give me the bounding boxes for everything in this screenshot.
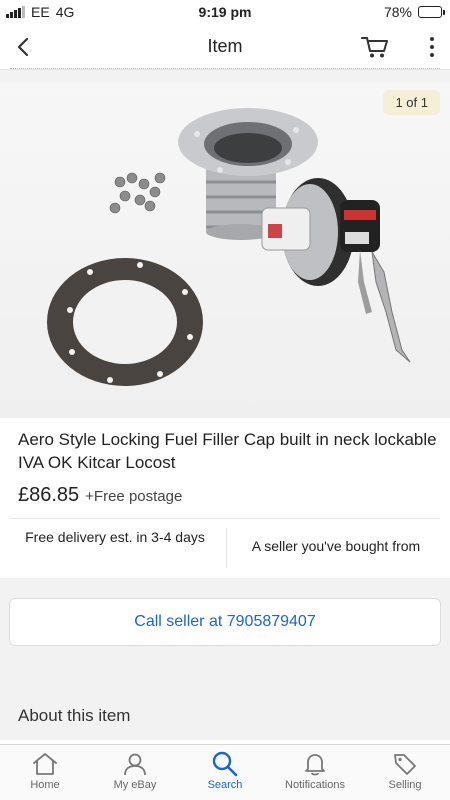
product-image-gallery[interactable]: 1 of 1 — [0, 82, 450, 418]
tab-notifications[interactable]: Notifications — [270, 745, 360, 800]
summary-vertical-divider — [226, 528, 227, 568]
about-item-heading: About this item — [18, 706, 131, 725]
seller-note: A seller you've bought from — [251, 538, 421, 554]
more-vertical-icon — [430, 37, 434, 41]
tab-home[interactable]: Home — [0, 745, 90, 800]
price-row: £86.85 +Free postage — [18, 484, 182, 507]
home-icon — [30, 749, 60, 779]
tab-home-label: Home — [30, 779, 60, 791]
tab-my-ebay[interactable]: My eBay — [90, 745, 180, 800]
status-bar: EE 4G 9:19 pm 78% — [0, 0, 450, 24]
item-summary: Aero Style Locking Fuel Filler Cap built… — [0, 418, 450, 578]
top-navigation: Item — [0, 24, 450, 70]
tab-search[interactable]: Search — [180, 745, 270, 800]
bell-icon — [300, 749, 330, 779]
product-photo — [47, 108, 411, 386]
header-divider — [10, 68, 440, 69]
call-seller-button[interactable]: Call seller at 7905879407 — [9, 598, 441, 646]
postage-label: +Free postage — [85, 488, 183, 505]
status-right: 78% — [383, 4, 445, 20]
search-icon — [210, 749, 240, 779]
tab-search-label: Search — [207, 779, 243, 791]
cart-icon — [361, 37, 388, 58]
more-options-button[interactable] — [424, 32, 440, 62]
tab-my-ebay-label: My eBay — [113, 779, 157, 791]
image-counter-badge: 1 of 1 — [383, 90, 440, 115]
battery-percent: 78% — [383, 4, 412, 20]
cart-button[interactable] — [360, 32, 390, 62]
item-price: £86.85 — [18, 484, 80, 506]
bottom-tab-bar: Home My eBay Search Notifications Sellin… — [0, 744, 450, 800]
user-icon — [120, 749, 150, 779]
status-time: 9:19 pm — [198, 4, 252, 20]
delivery-estimate: Free delivery est. in 3-4 days — [25, 529, 205, 545]
tab-selling[interactable]: Selling — [360, 745, 450, 800]
item-title: Aero Style Locking Fuel Filler Cap built… — [18, 430, 437, 472]
tag-icon — [390, 749, 420, 779]
battery-icon — [418, 6, 445, 18]
summary-divider — [10, 518, 440, 519]
tab-selling-label: Selling — [388, 779, 422, 791]
tab-notifications-label: Notifications — [285, 779, 345, 791]
